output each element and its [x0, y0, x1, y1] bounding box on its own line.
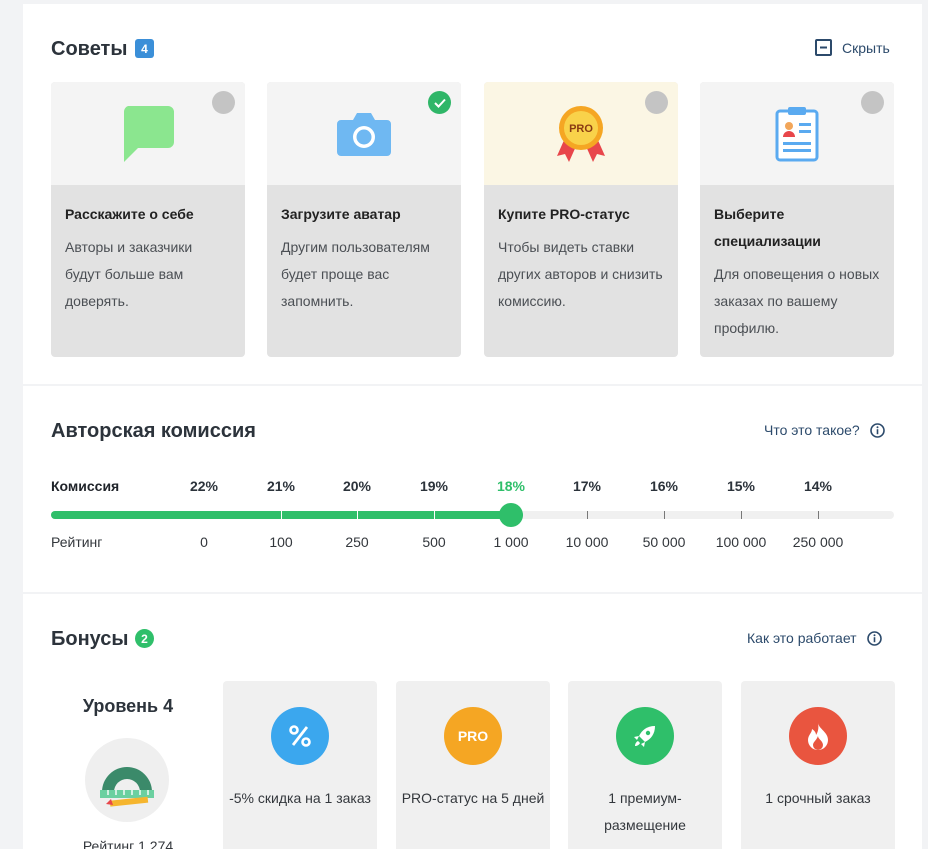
hide-tips-button[interactable]: Скрыть — [815, 39, 890, 56]
bonuses-help-label: Как это работает — [747, 630, 857, 646]
bonus-level-title: Уровень 4 — [82, 696, 174, 716]
collapse-icon — [815, 39, 832, 56]
rating-threshold: 500 — [422, 534, 446, 550]
rating-threshold: 10 000 — [565, 534, 609, 550]
commission-scale-track — [51, 503, 894, 527]
bonuses-help-link[interactable]: Как это работает — [747, 630, 882, 646]
commission-help-link[interactable]: Что это такое? — [764, 422, 885, 438]
commission-percent: 14% — [803, 478, 833, 494]
tip-status-dot — [212, 91, 235, 114]
scale-tick — [434, 511, 435, 519]
commission-scale-fill — [51, 511, 523, 519]
info-icon — [869, 422, 885, 438]
tips-count-badge: 4 — [135, 39, 154, 58]
tip-text: Другим пользователям будет проще вас зап… — [281, 239, 430, 309]
tips-panel: Советы 4 Скрыть Расскажите о себе Авторы… — [23, 4, 922, 384]
scale-tick — [664, 511, 665, 519]
commission-panel: Авторская комиссия Что это такое? Комисс… — [23, 386, 922, 592]
scale-tick — [357, 511, 358, 519]
tip-title: Выберите специализации — [714, 206, 821, 249]
commission-percent: 22% — [189, 478, 219, 494]
rating-threshold: 250 — [345, 534, 369, 550]
bonus-label: PRO-статус на 5 дней — [401, 790, 545, 806]
camera-icon — [337, 112, 391, 156]
tip-status-dot — [645, 91, 668, 114]
tip-title: Загрузите аватар — [281, 206, 401, 222]
info-icon — [866, 630, 882, 646]
chat-bubble-icon — [123, 105, 174, 162]
bonuses-title: Бонусы — [51, 628, 129, 650]
commission-percent: 18% — [496, 478, 526, 494]
commission-current-marker — [499, 503, 523, 527]
rocket-icon — [616, 707, 674, 765]
bonus-rating-text: Рейтинг 1 274 — [82, 838, 174, 849]
commission-percent: 20% — [342, 478, 372, 494]
commission-percent: 21% — [266, 478, 296, 494]
tip-text: Для оповещения о новых заказах по вашему… — [714, 266, 880, 336]
hide-tips-label: Скрыть — [842, 39, 890, 56]
pro-icon: PRO — [444, 707, 502, 765]
tips-title: Советы — [51, 38, 128, 60]
protractor-icon — [100, 767, 154, 807]
rating-threshold: 50 000 — [642, 534, 686, 550]
bonuses-panel: Бонусы 2 Как это работает Уровень 4 Рейт… — [23, 594, 922, 849]
bonuses-count-badge: 2 — [135, 629, 154, 648]
tip-card-pro[interactable]: PRO Купите PRO-статус Чтобы видеть ставк… — [484, 82, 678, 357]
rating-threshold: 0 — [200, 534, 208, 550]
scale-tick — [281, 511, 282, 519]
tip-status-dot — [861, 91, 884, 114]
commission-percent: 16% — [649, 478, 679, 494]
clipboard-profile-icon — [775, 106, 819, 161]
check-icon — [433, 98, 446, 108]
fire-icon — [789, 707, 847, 765]
tip-text: Авторы и заказчики будут больше вам дове… — [65, 239, 193, 309]
commission-help-label: Что это такое? — [764, 422, 860, 438]
rating-threshold: 250 000 — [792, 534, 844, 550]
bonus-label: 1 срочный заказ — [765, 790, 871, 806]
tip-title: Расскажите о себе — [65, 206, 194, 222]
rating-row-label: Рейтинг — [51, 534, 103, 550]
tip-text: Чтобы видеть ставки других авторов и сни… — [498, 239, 663, 309]
scale-tick — [587, 511, 588, 519]
commission-row-label: Комиссия — [51, 478, 120, 494]
rating-threshold: 1 000 — [493, 534, 529, 550]
tip-card-avatar[interactable]: Загрузите аватар Другим пользователям бу… — [267, 82, 461, 357]
bonus-card-premium[interactable]: 1 премиум-размещение — [568, 681, 722, 849]
svg-text:PRO: PRO — [569, 123, 593, 135]
bonus-card-discount[interactable]: -5% скидка на 1 заказ — [223, 681, 377, 849]
commission-percent: 19% — [419, 478, 449, 494]
commission-title: Авторская комиссия — [51, 420, 256, 442]
tip-title: Купите PRO-статус — [498, 206, 630, 222]
scale-tick — [818, 511, 819, 519]
rating-threshold: 100 — [269, 534, 293, 550]
level-badge — [85, 738, 169, 822]
bonus-card-urgent[interactable]: 1 срочный заказ — [741, 681, 895, 849]
commission-percent: 15% — [726, 478, 756, 494]
bonus-card-pro[interactable]: PRO PRO-статус на 5 дней — [396, 681, 550, 849]
pro-medal-icon: PRO — [557, 105, 605, 162]
tip-card-about[interactable]: Расскажите о себе Авторы и заказчики буд… — [51, 82, 245, 357]
tip-done-check — [428, 91, 451, 114]
commission-percent: 17% — [572, 478, 602, 494]
tip-card-specializations[interactable]: Выберите специализации Для оповещения о … — [700, 82, 894, 357]
scale-tick — [741, 511, 742, 519]
rating-threshold: 100 000 — [715, 534, 767, 550]
bonus-label: -5% скидка на 1 заказ — [229, 790, 371, 806]
percent-icon — [271, 707, 329, 765]
bonus-label: 1 премиум-размещение — [604, 790, 686, 833]
